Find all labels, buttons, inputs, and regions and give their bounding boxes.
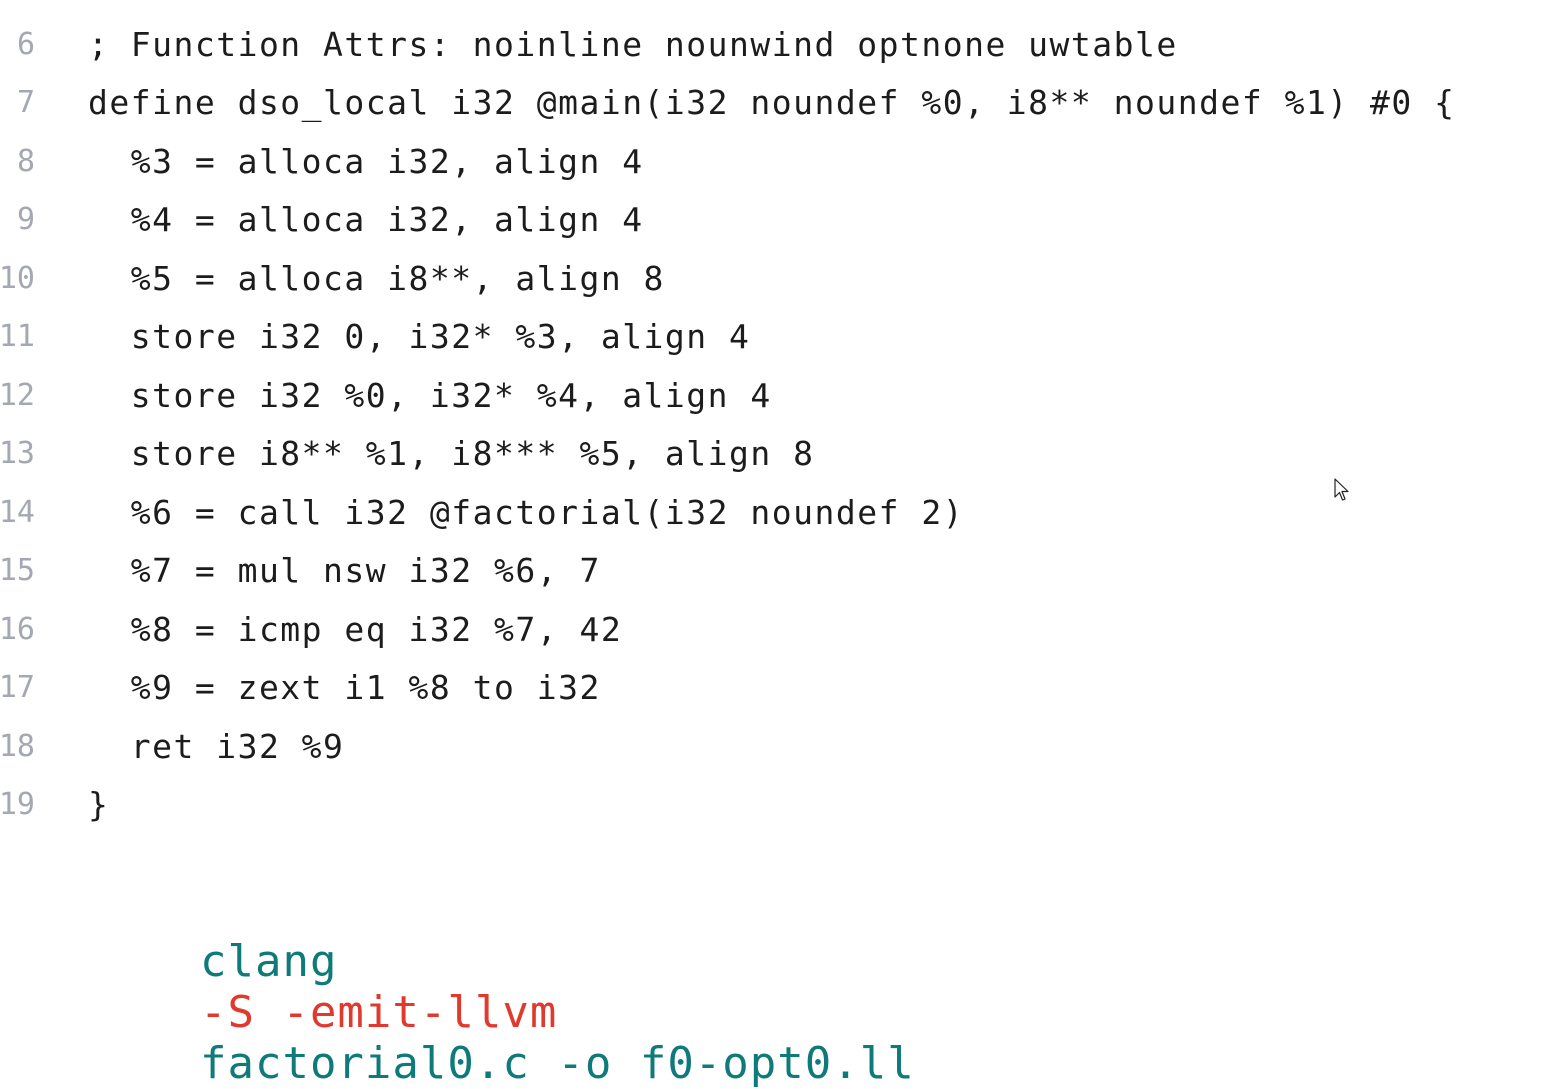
code-text: store i32 0, i32* %3, align 4	[88, 317, 751, 357]
code-text: store i8** %1, i8*** %5, align 8	[88, 434, 815, 474]
code-text: %5 = alloca i8**, align 8	[88, 258, 665, 298]
code-line: 14 %6 = call i32 @factorial(i32 noundef …	[0, 483, 1557, 542]
line-number: 7	[16, 85, 35, 121]
code-text: %3 = alloca i32, align 4	[88, 141, 644, 181]
code-text: ret i32 %9	[88, 726, 345, 766]
line-number: 6	[16, 26, 35, 62]
code-line: 6 ; Function Attrs: noinline nounwind opt…	[0, 15, 1557, 74]
line-number: 11	[0, 319, 35, 355]
code-text: define dso_local i32 @main(i32 noundef %…	[88, 83, 1456, 123]
line-number: 13	[0, 436, 35, 472]
code-line: 18 ret i32 %9	[0, 717, 1557, 776]
command-tool: clang	[199, 936, 338, 987]
command-args: factorial0.c -o f0-opt0.ll	[199, 1038, 915, 1089]
code-line: 10 %5 = alloca i8**, align 8	[0, 249, 1557, 308]
line-number: 8	[16, 143, 35, 179]
code-text: ; Function Attrs: noinline nounwind optn…	[88, 24, 1178, 64]
code-text: %7 = mul nsw i32 %6, 7	[88, 551, 601, 591]
line-number: 16	[0, 611, 35, 647]
code-text: }	[88, 785, 110, 825]
command-flags: -S -emit-llvm	[199, 987, 558, 1038]
command-caption: clang -S -emit-llvm factorial0.c -o f0-o…	[145, 885, 915, 1089]
line-number: 15	[0, 553, 35, 589]
code-line: 11 store i32 0, i32* %3, align 4	[0, 308, 1557, 367]
line-number: 9	[16, 202, 35, 238]
code-line: 12 store i32 %0, i32* %4, align 4	[0, 366, 1557, 425]
code-line: 15 %7 = mul nsw i32 %6, 7	[0, 542, 1557, 601]
code-line: 17 %9 = zext i1 %8 to i32	[0, 659, 1557, 718]
code-line: 19}	[0, 776, 1557, 835]
mouse-pointer-icon	[1334, 478, 1349, 501]
code-editor: 6 ; Function Attrs: noinline nounwind opt…	[0, 15, 1557, 834]
line-number: 17	[0, 670, 35, 706]
code-line: 16 %8 = icmp eq i32 %7, 42	[0, 600, 1557, 659]
code-text: %4 = alloca i32, align 4	[88, 200, 644, 240]
code-line: 8 %3 = alloca i32, align 4	[0, 132, 1557, 191]
code-line: 13 store i8** %1, i8*** %5, align 8	[0, 425, 1557, 484]
line-number: 12	[0, 377, 35, 413]
code-line: 9 %4 = alloca i32, align 4	[0, 191, 1557, 250]
line-number: 14	[0, 494, 35, 530]
line-number: 10	[0, 260, 35, 296]
line-number: 18	[0, 728, 35, 764]
code-text: %9 = zext i1 %8 to i32	[88, 668, 601, 708]
code-text: store i32 %0, i32* %4, align 4	[88, 375, 772, 415]
code-line: 7 define dso_local i32 @main(i32 noundef …	[0, 74, 1557, 133]
code-text: %6 = call i32 @factorial(i32 noundef 2)	[88, 492, 965, 532]
line-number: 19	[0, 787, 35, 823]
code-text: %8 = icmp eq i32 %7, 42	[88, 609, 623, 649]
